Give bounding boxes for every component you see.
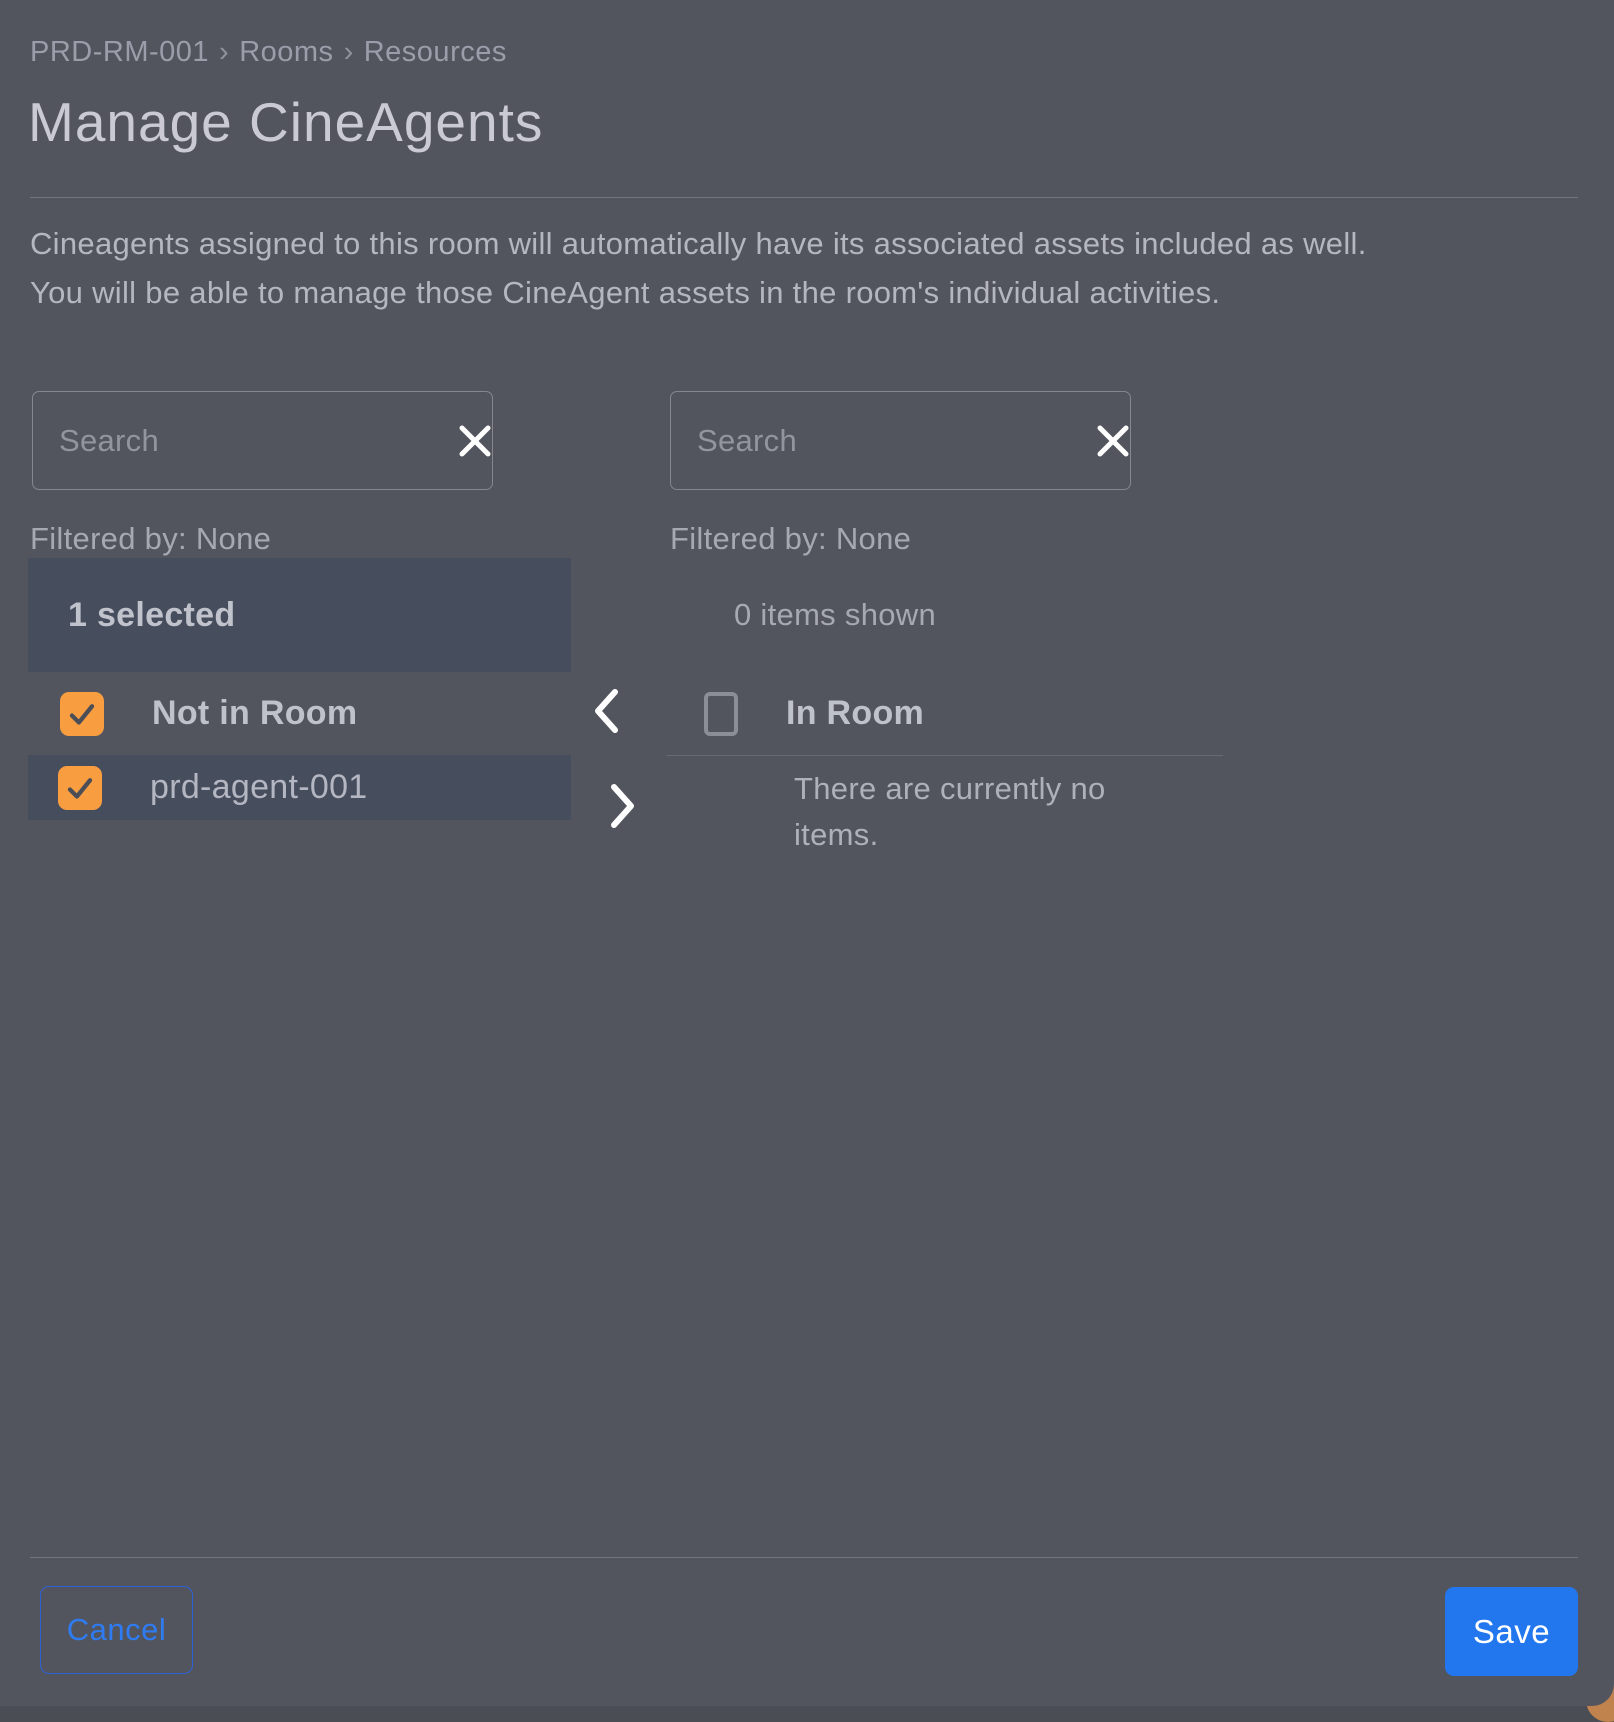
list-item-label: prd-agent-001 (150, 768, 368, 807)
left-search-input[interactable] (33, 392, 458, 489)
cancel-button[interactable]: Cancel (40, 1586, 193, 1674)
chevron-right-icon (608, 782, 638, 830)
in-room-label: In Room (786, 694, 924, 733)
footer-divider (30, 1557, 1578, 1558)
in-room-header-row[interactable]: In Room (670, 672, 1213, 755)
manage-cineagents-modal: PRD-RM-001 › Rooms › Resources Manage CineAg… (0, 0, 1614, 1706)
list-item-prd-agent-001[interactable]: prd-agent-001 (28, 755, 571, 820)
selection-summary-text: 1 selected (68, 596, 235, 635)
empty-state-message: There are currently no items. (794, 766, 1154, 858)
left-search-box (32, 391, 493, 490)
not-in-room-header-row[interactable]: Not in Room (28, 672, 571, 755)
title-divider (30, 197, 1578, 198)
checkmark-icon (65, 697, 99, 731)
breadcrumb-separator: › (219, 36, 229, 68)
not-in-room-checkbox[interactable] (60, 692, 104, 736)
breadcrumb-separator: › (344, 36, 354, 68)
selection-summary-bar: 1 selected (28, 558, 571, 672)
chevron-left-icon (591, 687, 621, 735)
left-filter-label: Filtered by: None (30, 521, 271, 557)
description-line-2: You will be able to manage those CineAge… (30, 268, 1367, 317)
in-room-list-divider (666, 755, 1223, 756)
empty-state-line-2: items. (794, 812, 1154, 858)
in-room-checkbox[interactable] (704, 692, 738, 736)
x-icon (458, 424, 492, 458)
move-to-left-button[interactable] (584, 685, 628, 737)
x-icon (1096, 424, 1130, 458)
page-title: Manage CineAgents (28, 90, 543, 154)
breadcrumb: PRD-RM-001 › Rooms › Resources (30, 36, 507, 69)
left-search-clear-button[interactable] (458, 411, 492, 471)
checkmark-icon (63, 771, 97, 805)
right-search-clear-button[interactable] (1096, 411, 1130, 471)
not-in-room-label: Not in Room (152, 694, 357, 733)
right-filter-label: Filtered by: None (670, 521, 911, 557)
breadcrumb-item-room-id[interactable]: PRD-RM-001 (30, 36, 209, 68)
right-search-box (670, 391, 1131, 490)
items-shown-counter: 0 items shown (670, 558, 1000, 672)
breadcrumb-item-resources[interactable]: Resources (364, 36, 507, 68)
breadcrumb-item-rooms[interactable]: Rooms (239, 36, 333, 68)
prd-agent-001-checkbox[interactable] (58, 766, 102, 810)
right-search-input[interactable] (671, 392, 1096, 489)
move-to-right-button[interactable] (601, 780, 645, 832)
empty-state-line-1: There are currently no (794, 766, 1154, 812)
description-line-1: Cineagents assigned to this room will au… (30, 219, 1367, 268)
save-button[interactable]: Save (1445, 1587, 1578, 1676)
description-text: Cineagents assigned to this room will au… (30, 219, 1367, 317)
